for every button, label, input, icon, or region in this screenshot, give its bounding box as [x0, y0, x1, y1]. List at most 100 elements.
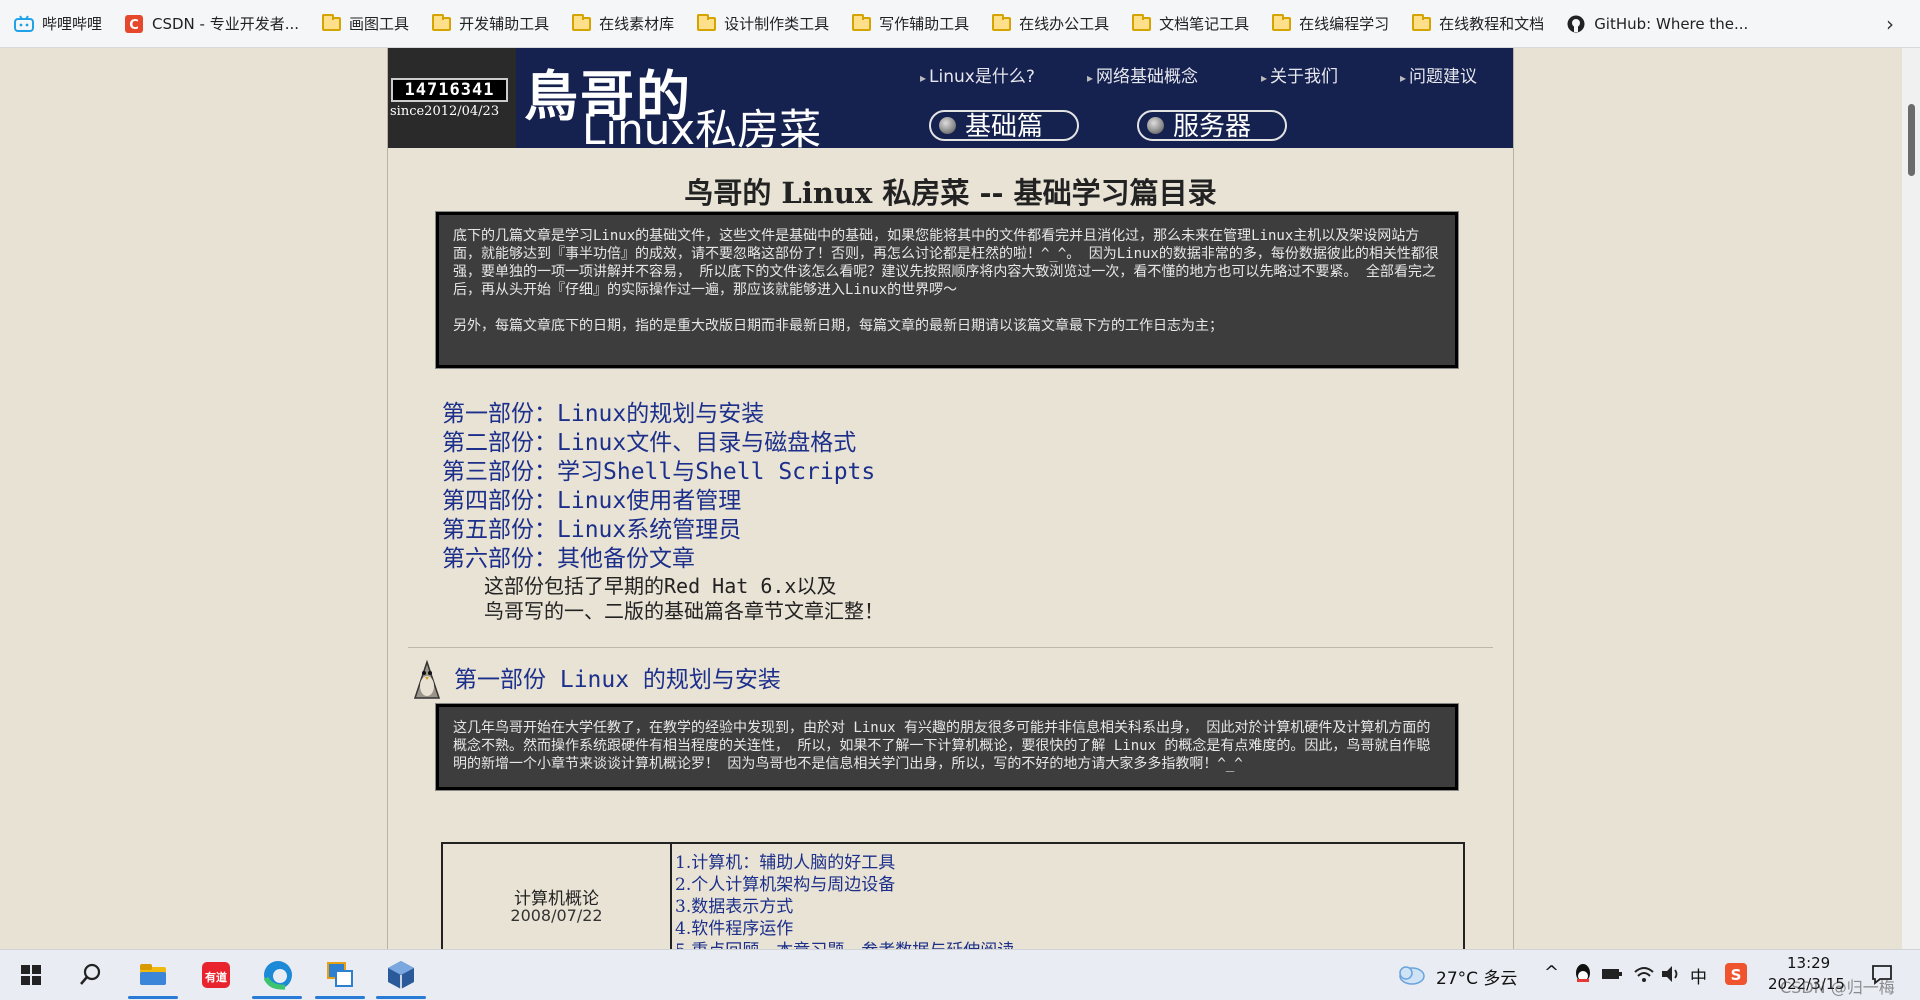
- section-intro-box: 这几年鸟哥开始在大学任教了，在教学的经验中发现到，由於对 Linux 有兴趣的朋…: [435, 703, 1459, 791]
- bookmark-label: 哔哩哔哩: [42, 15, 103, 33]
- bookmark-folder-dev-tools[interactable]: 开发辅助工具: [431, 13, 549, 34]
- bookmark-label: CSDN - 专业开发者...: [152, 15, 300, 33]
- bookmark-bilibili[interactable]: 哔哩哔哩: [14, 13, 102, 34]
- folder-icon: [431, 13, 451, 31]
- virtualbox-icon[interactable]: [384, 958, 418, 992]
- svg-text:C: C: [129, 18, 139, 33]
- weather-text[interactable]: 27°C 多云: [1436, 964, 1517, 989]
- csdn-icon: C: [124, 14, 144, 33]
- windows-start-icon[interactable]: [14, 958, 48, 992]
- bookmark-label: 设计制作类工具: [724, 15, 830, 33]
- penguin-icon: [410, 659, 444, 700]
- cloud-weather-icon[interactable]: [1394, 960, 1428, 994]
- bookmark-folder-writing[interactable]: 写作辅助工具: [851, 13, 969, 34]
- since-date: since2012/04/23: [390, 104, 500, 119]
- pill-label: 服务器: [1173, 112, 1252, 142]
- bookmark-folder-design[interactable]: 设计制作类工具: [696, 13, 829, 34]
- bookmark-label: 在线编程学习: [1299, 15, 1390, 33]
- bookmark-folder-coding[interactable]: 在线编程学习: [1271, 13, 1389, 34]
- folder-icon: [1131, 13, 1151, 31]
- counter-panel: 14716341 since2012/04/23: [388, 48, 516, 148]
- youdao-icon[interactable]: 有道: [199, 958, 233, 992]
- bookmark-label: 在线办公工具: [1019, 15, 1110, 33]
- bookmark-label: GitHub: Where the...: [1594, 14, 1749, 33]
- chapter-link[interactable]: 1.计算机：辅助人脑的好工具: [675, 852, 1014, 874]
- bookmark-csdn[interactable]: C CSDN - 专业开发者...: [124, 13, 299, 34]
- section-paragraph: 这几年鸟哥开始在大学任教了，在教学的经验中发现到，由於对 Linux 有兴趣的朋…: [453, 720, 1431, 772]
- toc-part-6-note: 鸟哥写的一、二版的基础篇各章节文章汇整！: [484, 599, 884, 623]
- folder-icon: [1271, 13, 1291, 31]
- bookmarks-bar: 哔哩哔哩 C CSDN - 专业开发者... 画图工具 开发辅助工具 在线素材库…: [0, 0, 1920, 48]
- bookmark-folder-office[interactable]: 在线办公工具: [991, 13, 1109, 34]
- bookmark-folder-assets[interactable]: 在线素材库: [571, 13, 674, 34]
- vertical-scrollbar[interactable]: [1902, 48, 1920, 949]
- radio-icon: [1147, 117, 1164, 134]
- nav-network-basics[interactable]: 网络基础概念: [1087, 62, 1198, 87]
- chevron-right-icon[interactable]: ›: [1886, 12, 1894, 36]
- bookmark-github[interactable]: GitHub: Where the...: [1566, 15, 1748, 33]
- taskbar: 有道 27°C 多云 ^ 中 S 13:29 2022/3/15 CSDN @归…: [0, 949, 1920, 1000]
- nav-about-us[interactable]: 关于我们: [1261, 62, 1338, 87]
- scrollbar-thumb[interactable]: [1908, 104, 1915, 176]
- chapter-cell: 计算机概论 2008/07/22: [443, 844, 672, 949]
- divider: [408, 647, 1493, 648]
- chapter-link[interactable]: 2.个人计算机架构与周边设备: [675, 874, 1014, 896]
- toc-part-6-note: 这部份包括了早期的Red Hat 6.x以及: [484, 574, 837, 598]
- bookmark-folder-notes[interactable]: 文档笔记工具: [1131, 13, 1249, 34]
- toc-part-5[interactable]: 第五部份：Linux系统管理员: [442, 516, 884, 545]
- site-logo-line2[interactable]: Linux私房菜: [582, 96, 821, 157]
- chevron-up-icon[interactable]: ^: [1544, 962, 1559, 983]
- toc-part-4[interactable]: 第四部份：Linux使用者管理: [442, 487, 884, 516]
- toc-part-1[interactable]: 第一部份：Linux的规划与安装: [442, 400, 884, 429]
- svg-text:S: S: [1731, 966, 1742, 984]
- toc-part-2[interactable]: 第二部份：Linux文件、目录与磁盘格式: [442, 429, 884, 458]
- search-icon[interactable]: [73, 958, 107, 992]
- table-of-contents: 第一部份：Linux的规划与安装 第二部份：Linux文件、目录与磁盘格式 第三…: [442, 400, 884, 624]
- intro-note: 另外，每篇文章底下的日期，指的是重大改版日期而非最新日期，每篇文章的最新日期请以…: [453, 318, 1223, 334]
- remote-desktop-icon[interactable]: [323, 958, 357, 992]
- bookmark-label: 写作辅助工具: [879, 15, 970, 33]
- svg-text:有道: 有道: [205, 970, 227, 984]
- ime-indicator[interactable]: 中: [1690, 963, 1707, 988]
- folder-icon: [991, 13, 1011, 31]
- toc-part-3[interactable]: 第三部份：学习Shell与Shell Scripts: [442, 458, 884, 487]
- web-page: 14716341 since2012/04/23 鳥哥的 Linux私房菜 Li…: [387, 48, 1514, 949]
- page-title: 鸟哥的 Linux 私房菜 -- 基础学习篇目录: [684, 176, 1217, 210]
- bookmark-label: 在线教程和文档: [1439, 15, 1545, 33]
- pill-server[interactable]: 服务器: [1137, 110, 1287, 142]
- speaker-icon[interactable]: [1660, 964, 1682, 984]
- chapter-links: 1.计算机：辅助人脑的好工具 2.个人计算机架构与周边设备 3.数据表示方式 4…: [675, 852, 1014, 949]
- pill-basic[interactable]: 基础篇: [929, 110, 1079, 142]
- bookmark-label: 在线素材库: [599, 15, 675, 33]
- visit-counter: 14716341: [391, 78, 508, 102]
- folder-icon: [851, 13, 871, 31]
- wifi-icon[interactable]: [1633, 964, 1655, 984]
- chapter-link[interactable]: 4.软件程序运作: [675, 918, 1014, 940]
- chapter-date: 2008/07/22: [510, 906, 603, 925]
- folder-icon: [1411, 13, 1431, 31]
- notification-icon[interactable]: [1870, 962, 1894, 986]
- nav-what-is-linux[interactable]: Linux是什么?: [920, 62, 1035, 87]
- chapter-link[interactable]: 5.重点回顾、本章习题、参考数据与延伸阅读: [675, 940, 1014, 949]
- file-explorer-icon[interactable]: [136, 958, 170, 992]
- chapter-link[interactable]: 3.数据表示方式: [675, 896, 1014, 918]
- bilibili-icon: [14, 15, 34, 32]
- toc-part-6[interactable]: 第六部份：其他备份文章: [442, 545, 884, 574]
- bookmark-folder-tutorials[interactable]: 在线教程和文档: [1411, 13, 1544, 34]
- bookmark-label: 文档笔记工具: [1159, 15, 1250, 33]
- clock-time[interactable]: 13:29: [1787, 954, 1830, 972]
- intro-paragraph: 底下的几篇文章是学习Linux的基础文件，这些文件是基础中的基础，如果您能将其中…: [453, 228, 1439, 298]
- battery-icon[interactable]: [1601, 966, 1623, 982]
- github-icon: [1566, 15, 1586, 32]
- folder-icon: [321, 13, 341, 31]
- qq-icon[interactable]: [1572, 962, 1594, 986]
- bookmark-folder-drawing[interactable]: 画图工具: [321, 13, 409, 34]
- section-title: 第一部份 Linux 的规划与安装: [454, 667, 781, 693]
- edge-browser-icon[interactable]: [261, 958, 295, 992]
- bookmark-label: 开发辅助工具: [459, 15, 550, 33]
- folder-icon: [696, 13, 716, 31]
- radio-icon: [939, 117, 956, 134]
- nav-feedback[interactable]: 问题建议: [1400, 62, 1477, 87]
- chapter-table: 计算机概论 2008/07/22 1.计算机：辅助人脑的好工具 2.个人计算机架…: [441, 842, 1465, 949]
- sogou-input-icon[interactable]: S: [1725, 963, 1747, 985]
